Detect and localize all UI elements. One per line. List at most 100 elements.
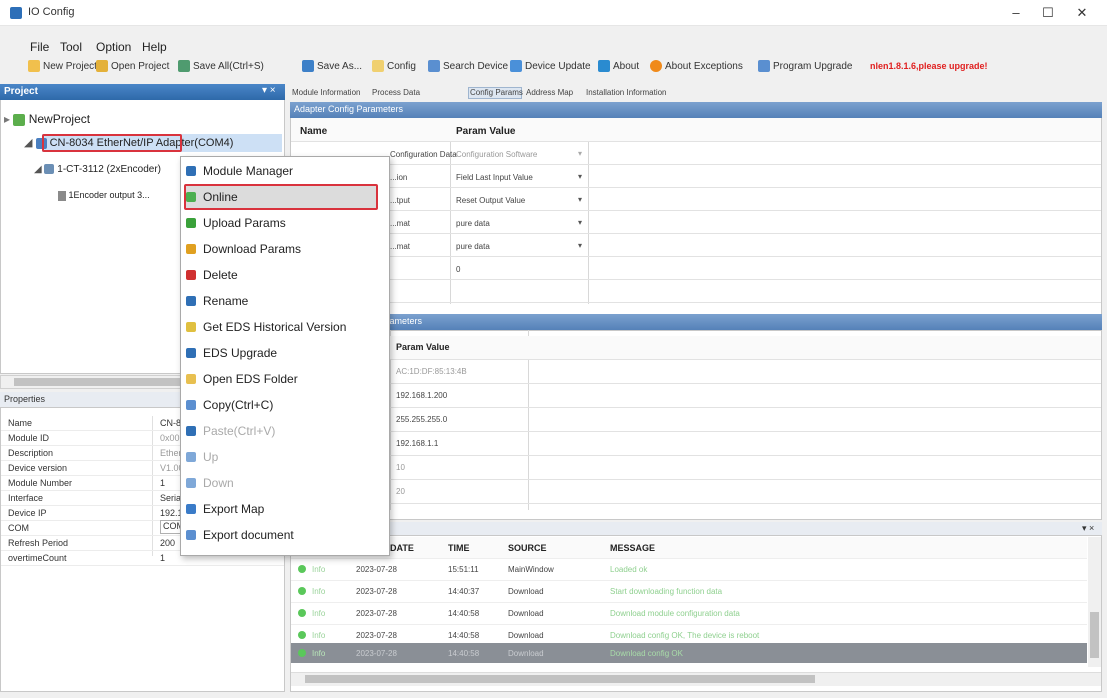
- delete-icon: [186, 270, 196, 280]
- minimize-button[interactable]: –: [998, 3, 1034, 23]
- param-value[interactable]: pure data: [456, 242, 490, 251]
- menu-file[interactable]: File: [30, 40, 49, 54]
- about-exceptions-button[interactable]: About Exceptions: [650, 58, 743, 74]
- menu-item-download-params[interactable]: Download Params: [182, 236, 388, 262]
- log-message: Download config OK: [610, 649, 683, 658]
- tab-installation-information[interactable]: Installation Information: [586, 88, 667, 97]
- search-device-button[interactable]: Search Device: [428, 58, 508, 74]
- about-button[interactable]: About: [598, 58, 639, 74]
- chevron-down-icon[interactable]: ▾: [578, 218, 582, 227]
- menu-help[interactable]: Help: [142, 40, 167, 54]
- ip-address-value[interactable]: 192.168.1.200: [396, 391, 447, 400]
- info-status-icon: [298, 631, 306, 639]
- tab-process-data[interactable]: Process Data: [372, 88, 420, 97]
- log-time: 14:40:37: [448, 587, 480, 596]
- open-project-button[interactable]: Open Project: [96, 58, 169, 74]
- menu-item-module-manager[interactable]: Module Manager: [182, 158, 388, 184]
- param-value[interactable]: Configuration Software: [456, 150, 537, 159]
- param-value[interactable]: 0: [456, 265, 460, 274]
- param-value[interactable]: pure data: [456, 219, 490, 228]
- program-upgrade-button[interactable]: Program Upgrade: [758, 58, 852, 74]
- log-source: Download: [508, 631, 544, 640]
- export-map-icon: [186, 504, 196, 514]
- param-value[interactable]: Field Last Input Value: [456, 173, 533, 182]
- upgrade-notice: nlen1.8.1.6,please upgrade!: [870, 61, 988, 71]
- tab-module-information[interactable]: Module Information: [292, 88, 360, 97]
- property-value[interactable]: 1: [160, 553, 165, 563]
- menu-item-copy[interactable]: Copy(Ctrl+C): [182, 392, 388, 418]
- search-icon: [428, 60, 440, 72]
- property-name: Module Number: [8, 478, 73, 488]
- menu-item-down[interactable]: Down: [182, 470, 388, 496]
- menu-item-online[interactable]: Online: [182, 184, 388, 210]
- close-button[interactable]: ✕: [1064, 3, 1100, 23]
- open-project-label: Open Project: [111, 60, 170, 72]
- menu-item-label: Online: [203, 190, 238, 204]
- property-value[interactable]: CN-8: [160, 418, 181, 428]
- project-scroll-thumb[interactable]: [14, 378, 184, 386]
- log-level: Info: [312, 649, 326, 658]
- param-value[interactable]: 20: [396, 487, 405, 496]
- tab-address-map[interactable]: Address Map: [526, 88, 573, 97]
- table-row: [291, 280, 1101, 303]
- config-label: Config: [387, 60, 416, 72]
- collapse-icon: ◢: [24, 137, 33, 149]
- project-panel-pin-button[interactable]: ▾ ×: [262, 85, 276, 96]
- subnet-mask-value[interactable]: 255.255.255.0: [396, 415, 447, 424]
- menu-item-export-document[interactable]: Export document: [182, 522, 388, 548]
- save-as-button[interactable]: Save As...: [302, 58, 362, 74]
- chevron-down-icon[interactable]: ▾: [578, 195, 582, 204]
- log-horizontal-scroll-thumb[interactable]: [305, 675, 815, 683]
- new-project-button[interactable]: New Project: [28, 58, 97, 74]
- tab-config-params[interactable]: Config Params: [470, 88, 523, 97]
- log-level: Info: [312, 565, 326, 574]
- menu-item-rename[interactable]: Rename: [182, 288, 388, 314]
- exception-icon: [650, 60, 662, 72]
- menu-option[interactable]: Option: [96, 40, 131, 54]
- property-value[interactable]: 1: [160, 478, 165, 488]
- tree-output-node[interactable]: 1Encoder output 3...: [58, 190, 180, 201]
- chevron-down-icon[interactable]: ▾: [578, 172, 582, 181]
- column-header-name: Name: [300, 126, 328, 137]
- menu-item-get-eds-historical-version[interactable]: Get EDS Historical Version: [182, 314, 388, 340]
- project-panel-title: Project: [4, 86, 38, 97]
- device-update-button[interactable]: Device Update: [510, 58, 591, 74]
- program-upgrade-label: Program Upgrade: [773, 60, 853, 72]
- property-value[interactable]: 0x00: [160, 433, 180, 443]
- property-value[interactable]: 200: [160, 538, 175, 548]
- menu-tool[interactable]: Tool: [60, 40, 82, 54]
- log-date: 2023-07-28: [356, 609, 397, 618]
- log-source: Download: [508, 587, 544, 596]
- log-row[interactable]: [291, 559, 1087, 581]
- save-all-button[interactable]: Save All(Ctrl+S): [178, 58, 264, 74]
- config-button[interactable]: Config: [372, 58, 416, 74]
- menu-item-open-eds-folder[interactable]: Open EDS Folder: [182, 366, 388, 392]
- about-label: About: [613, 60, 640, 72]
- grid-header-row: [291, 118, 1101, 142]
- menu-item-paste[interactable]: Paste(Ctrl+V): [182, 418, 388, 444]
- param-value[interactable]: Reset Output Value: [456, 196, 525, 205]
- menu-item-export-map[interactable]: Export Map: [182, 496, 388, 522]
- tree-module-node[interactable]: ◢ 1-CT-3112 (2xEncoder): [34, 164, 180, 175]
- menu-item-upload-params[interactable]: Upload Params: [182, 210, 388, 236]
- log-time: 15:51:11: [448, 565, 479, 574]
- log-vertical-scroll-thumb[interactable]: [1090, 612, 1099, 658]
- log-panel-pin-button[interactable]: ▾ ×: [1082, 523, 1094, 534]
- param-name: ...mat: [390, 242, 411, 251]
- log-source: MainWindow: [508, 565, 554, 574]
- chevron-down-icon[interactable]: ▾: [578, 149, 582, 158]
- menu-item-eds-upgrade[interactable]: EDS Upgrade: [182, 340, 388, 366]
- param-value[interactable]: 10: [396, 463, 405, 472]
- config-icon: [372, 60, 384, 72]
- menu-item-label: Rename: [203, 294, 249, 308]
- log-row-selected[interactable]: [291, 643, 1087, 663]
- maximize-button[interactable]: ☐: [1030, 3, 1066, 23]
- gateway-value[interactable]: 192.168.1.1: [396, 439, 438, 448]
- menu-item-label: Module Manager: [203, 164, 294, 178]
- module-manager-icon: [186, 166, 196, 176]
- chevron-down-icon[interactable]: ▾: [578, 241, 582, 250]
- menu-item-up[interactable]: Up: [182, 444, 388, 470]
- mac-address-value[interactable]: AC:1D:DF:85:13:4B: [396, 367, 467, 376]
- menu-item-delete[interactable]: Delete: [182, 262, 388, 288]
- tree-root[interactable]: ▸ NewProject: [4, 112, 90, 126]
